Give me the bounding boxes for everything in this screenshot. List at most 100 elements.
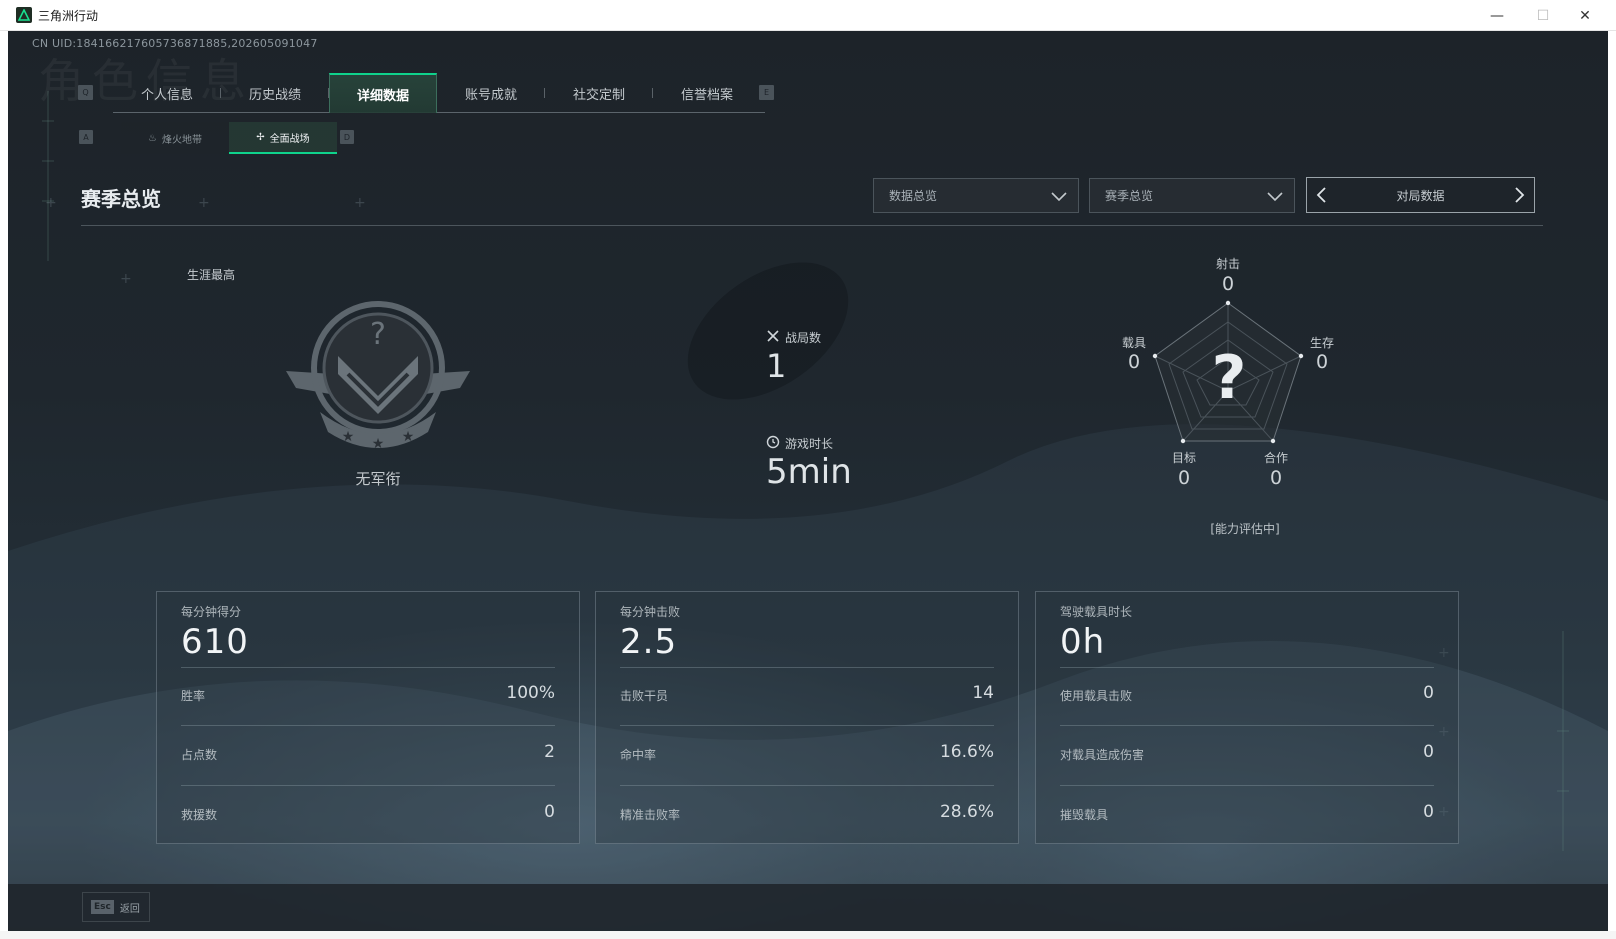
minimize-button[interactable]: — xyxy=(1474,0,1520,31)
dropdown-value: 赛季总览 xyxy=(1105,189,1154,203)
svg-text:★: ★ xyxy=(372,436,385,452)
radar-label-shooting: 射击 xyxy=(1215,257,1240,271)
unknown-ability-glyph: ? xyxy=(1211,343,1247,413)
card-divider xyxy=(620,785,994,786)
radar-value-teamwork: 0 xyxy=(1269,467,1283,489)
back-button[interactable]: Esc 返回 xyxy=(82,892,150,922)
row-label: 摧毁载具 xyxy=(1060,808,1109,822)
tab-label: 社交定制 xyxy=(572,87,625,103)
card-divider xyxy=(181,785,555,786)
radar-label-vehicle: 载具 xyxy=(1121,336,1146,350)
svg-text:+: + xyxy=(120,271,132,287)
section-divider xyxy=(81,225,1543,226)
back-label: 返回 xyxy=(119,903,140,915)
subtab-label: 烽火地带 xyxy=(161,134,202,146)
tab-match-history[interactable]: 历史战绩 xyxy=(221,73,329,113)
row-value: 100% xyxy=(506,683,555,703)
card-divider xyxy=(1060,785,1434,786)
radar-value-vehicle: 0 xyxy=(1127,351,1141,373)
chevron-down-icon xyxy=(1267,192,1283,202)
tab-credit-record[interactable]: 信誉档案 xyxy=(653,73,761,113)
card-main-value: 610 xyxy=(181,622,249,662)
tab-label: 历史战绩 xyxy=(248,87,301,103)
pager-label: 对局数据 xyxy=(1396,188,1445,203)
svg-text:+: + xyxy=(198,195,210,211)
card-divider xyxy=(181,667,555,668)
row-label: 击败干员 xyxy=(620,689,669,703)
tab-detailed-data[interactable]: 详细数据 xyxy=(329,73,437,113)
section-title: 赛季总览 xyxy=(81,187,161,211)
esc-key-hint: Esc xyxy=(91,900,114,914)
radar-value-objective: 0 xyxy=(1177,467,1191,489)
row-value: 28.6% xyxy=(939,802,994,822)
row-value: 2 xyxy=(544,742,555,762)
bottom-bar xyxy=(8,884,1608,931)
svg-text:+: + xyxy=(354,195,366,211)
stat-card-kills: 每分钟击败 2.5 击败干员 14 命中率 16.6% 精准击败率 28.6% xyxy=(595,591,1019,844)
svg-text:+: + xyxy=(45,195,57,211)
card-title: 驾驶载具时长 xyxy=(1060,605,1133,619)
card-divider xyxy=(181,725,555,726)
stat-card-vehicle: 驾驶载具时长 0h 使用载具击败 0 对载具造成伤害 0 摧毁载具 0 xyxy=(1035,591,1459,844)
row-value: 14 xyxy=(972,683,994,703)
dropdown-value: 数据总览 xyxy=(889,189,938,203)
window-title: 三角洲行动 xyxy=(38,9,99,23)
radar-label-survival: 生存 xyxy=(1309,336,1334,350)
desktop-strip xyxy=(0,931,1616,939)
key-hint-q: Q xyxy=(78,85,93,100)
chevron-left-icon[interactable] xyxy=(1313,186,1331,204)
card-main-value: 0h xyxy=(1060,622,1106,662)
crossed-swords-icon xyxy=(766,329,780,346)
row-label: 命中率 xyxy=(620,748,657,762)
tab-achievements[interactable]: 账号成就 xyxy=(437,73,545,113)
row-value: 0 xyxy=(1423,742,1434,762)
svg-text:★: ★ xyxy=(402,429,415,445)
row-label: 救援数 xyxy=(181,808,218,822)
card-divider xyxy=(1060,725,1434,726)
data-type-dropdown[interactable]: 数据总览 xyxy=(873,178,1079,213)
card-title: 每分钟得分 xyxy=(181,605,242,619)
subtab-full-warfare[interactable]: ✢ 全面战场 xyxy=(229,122,337,154)
row-value: 0 xyxy=(1423,683,1434,703)
game-viewport: + + + + + + + CN UID:18416621760573687188​5,… xyxy=(8,31,1608,931)
tab-label: 信誉档案 xyxy=(680,87,733,103)
key-hint-a: A xyxy=(79,130,93,144)
row-value: 0 xyxy=(544,802,555,822)
svg-text:★: ★ xyxy=(342,429,355,445)
radar-value-survival: 0 xyxy=(1315,351,1329,373)
rank-emblem-icon: ? ★ ★ ★ xyxy=(286,301,470,452)
chevron-right-icon[interactable] xyxy=(1510,186,1528,204)
row-value: 0 xyxy=(1423,802,1434,822)
tab-label: 账号成就 xyxy=(464,87,517,103)
radar-label-objective: 目标 xyxy=(1171,451,1196,465)
subtab-hazard-ops[interactable]: ♨ 烽火地带 xyxy=(121,122,229,154)
card-divider xyxy=(620,725,994,726)
playtime-value: 5min xyxy=(766,452,852,492)
mode-subtabs: ♨ 烽火地带 ✢ 全面战场 xyxy=(121,122,337,154)
card-main-value: 2.5 xyxy=(620,622,678,662)
subtab-label: 全面战场 xyxy=(269,133,310,145)
radar-value-shooting: 0 xyxy=(1221,273,1235,295)
maximize-button[interactable]: ☐ xyxy=(1520,0,1566,31)
key-hint-d: D xyxy=(340,130,354,144)
season-dropdown[interactable]: 赛季总览 xyxy=(1089,178,1295,213)
tab-social[interactable]: 社交定制 xyxy=(545,73,653,113)
row-label: 对载具造成伤害 xyxy=(1060,748,1145,762)
card-title: 每分钟击败 xyxy=(620,605,681,619)
matches-label-text: 战局数 xyxy=(785,331,822,345)
crosshair-icon: ✢ xyxy=(256,131,265,143)
row-label: 占点数 xyxy=(181,748,218,762)
tab-personal-info[interactable]: 个人信息 xyxy=(113,73,221,113)
clock-icon xyxy=(766,435,780,452)
career-best-label: 生涯最高 xyxy=(187,268,236,282)
chevron-down-icon xyxy=(1051,192,1067,202)
playtime-label: 游戏时长 xyxy=(766,435,833,452)
radar-label-teamwork: 合作 xyxy=(1263,451,1288,465)
flame-icon: ♨ xyxy=(148,132,157,144)
main-tabs: 个人信息 历史战绩 详细数据 账号成就 社交定制 信誉档案 xyxy=(113,73,765,113)
close-button[interactable]: ✕ xyxy=(1562,0,1608,31)
key-hint-e: E xyxy=(759,85,774,100)
card-divider xyxy=(620,667,994,668)
row-label: 胜率 xyxy=(181,689,206,703)
card-divider xyxy=(1060,667,1434,668)
